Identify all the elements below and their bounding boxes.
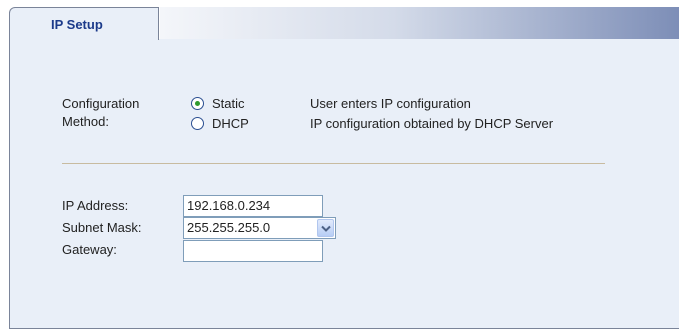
chevron-down-icon <box>321 225 331 232</box>
static-option-label[interactable]: Static <box>212 96 245 111</box>
static-radio-icon[interactable] <box>191 97 204 110</box>
section-divider <box>62 163 605 164</box>
subnet-mask-value: 255.255.255.0 <box>187 220 271 235</box>
subnet-mask-select[interactable]: 255.255.255.0 <box>183 217 336 239</box>
dhcp-option-label[interactable]: DHCP <box>212 116 249 131</box>
tab-ip-setup[interactable]: IP Setup <box>9 7 159 40</box>
static-option-description: User enters IP configuration <box>310 96 471 111</box>
ip-setup-window: IP Setup Configuration Method: Static Us… <box>0 0 679 329</box>
ip-setup-panel <box>9 39 679 329</box>
gateway-input[interactable] <box>183 240 323 262</box>
tab-ip-setup-label: IP Setup <box>51 17 103 32</box>
tab-strip <box>160 7 679 40</box>
subnet-mask-label: Subnet Mask: <box>62 220 142 235</box>
radio-selected-dot <box>195 101 200 106</box>
gateway-label: Gateway: <box>62 242 117 257</box>
config-method-label-line1: Configuration <box>62 96 140 111</box>
ip-address-input[interactable]: 192.168.0.234 <box>183 195 323 217</box>
dhcp-radio-icon[interactable] <box>191 117 204 130</box>
config-method-label-line2: Method: <box>62 114 109 129</box>
subnet-mask-dropdown-button[interactable] <box>317 219 334 237</box>
ip-address-label: IP Address: <box>62 198 129 213</box>
dhcp-option-description: IP configuration obtained by DHCP Server <box>310 116 554 131</box>
